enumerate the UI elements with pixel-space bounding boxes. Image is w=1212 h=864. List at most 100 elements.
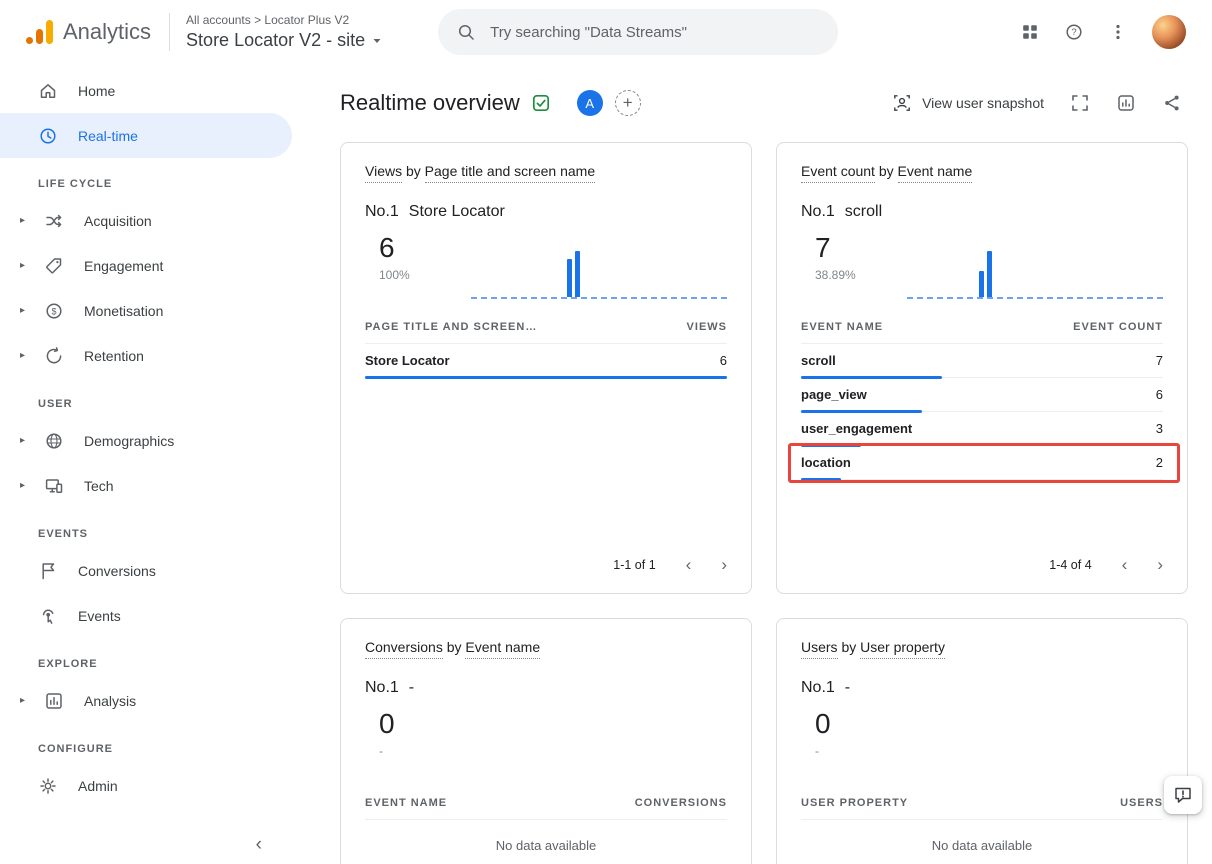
row-value: 2 <box>1156 455 1163 470</box>
card-table: EVENT NAMECONVERSIONS <box>365 791 727 820</box>
metric-block: 0- <box>379 709 431 775</box>
card-title-part[interactable]: Event name <box>465 639 540 659</box>
card-title: Views by Page title and screen name <box>365 163 727 179</box>
engagement-icon <box>44 256 64 276</box>
customize-report-icon[interactable] <box>1116 93 1136 113</box>
analytics-home-link[interactable]: Analytics <box>0 19 151 45</box>
expand-chevron-icon[interactable]: ▸ <box>20 215 34 226</box>
sparkline-bar <box>987 251 992 297</box>
top-item-row: No.1- <box>801 679 1163 697</box>
header-divider <box>169 13 170 51</box>
sidebar-item-label: Home <box>78 83 115 99</box>
metric-column-header: EVENT COUNT <box>1073 321 1163 333</box>
sidebar-item-monetisation[interactable]: ▸$Monetisation <box>0 288 292 333</box>
clock-icon <box>38 126 58 146</box>
no1-value: - <box>409 679 414 697</box>
feedback-button[interactable] <box>1164 776 1202 814</box>
card-table: PAGE TITLE AND SCREEN…VIEWSStore Locator… <box>365 315 727 378</box>
fullscreen-icon[interactable] <box>1070 93 1090 113</box>
expand-chevron-icon[interactable]: ▸ <box>20 695 34 706</box>
comparison-chip[interactable]: A <box>577 90 603 116</box>
card-title-part[interactable]: Conversions <box>365 639 443 659</box>
row-bar <box>801 478 841 481</box>
next-page-icon[interactable]: › <box>1157 555 1163 575</box>
card-title-part: by <box>402 163 425 179</box>
sidebar-item-analysis[interactable]: ▸ Analysis <box>0 678 292 723</box>
prev-page-icon[interactable]: ‹ <box>686 555 692 575</box>
metric-percent: 38.89% <box>815 268 867 282</box>
feedback-bubble-icon <box>1173 785 1193 805</box>
no1-label: No.1 <box>365 679 399 697</box>
pagination-label: 1-4 of 4 <box>1049 558 1091 572</box>
table-row-page-view[interactable]: page_view6 <box>801 378 1163 412</box>
expand-chevron-icon[interactable]: ▸ <box>20 305 34 316</box>
sidebar-item-label: Analysis <box>84 693 136 709</box>
expand-chevron-icon[interactable]: ▸ <box>20 350 34 361</box>
metric-percent: 100% <box>379 268 431 282</box>
sidebar-item-label: Real-time <box>78 128 138 144</box>
main-content: Realtime overview A + View user snapshot… <box>292 64 1212 864</box>
help-icon[interactable]: ? <box>1064 22 1084 42</box>
title-row: Realtime overview A + View user snapshot <box>340 90 1188 116</box>
row-name: location <box>801 455 851 470</box>
prev-page-icon[interactable]: ‹ <box>1122 555 1128 575</box>
property-name: Store Locator V2 - site <box>186 30 365 51</box>
card-users-by-user-property: Users by User propertyNo.1-0-USER PROPER… <box>776 618 1188 864</box>
top-item-row: No.1Store Locator <box>365 203 727 221</box>
no1-value: Store Locator <box>409 203 505 221</box>
metric-row: 6 100% <box>365 233 727 299</box>
page-title: Realtime overview <box>340 90 520 116</box>
breadcrumb: All accounts > Locator Plus V2 <box>186 13 382 27</box>
no-data-text: No data available <box>365 838 727 853</box>
card-title-part[interactable]: Event count <box>801 163 875 183</box>
table-row-store-locator[interactable]: Store Locator6 <box>365 344 727 378</box>
table-row-scroll[interactable]: scroll7 <box>801 344 1163 378</box>
sidebar-item-events[interactable]: Events <box>0 593 292 638</box>
sidebar-item-real-time[interactable]: Real-time <box>0 113 292 158</box>
metric-row: 0- <box>365 709 727 775</box>
logo-bar-mid <box>36 29 43 44</box>
expand-chevron-icon[interactable]: ▸ <box>20 480 34 491</box>
table-row-user-engagement[interactable]: user_engagement3 <box>801 412 1163 446</box>
card-event-count-by-event-name: Event count by Event nameNo.1scroll738.8… <box>776 142 1188 594</box>
sidebar-item-conversions[interactable]: Conversions <box>0 548 292 593</box>
sidebar-item-label: Admin <box>78 778 118 794</box>
more-options-icon[interactable] <box>1108 22 1128 42</box>
sidebar-item-tech[interactable]: ▸Tech <box>0 463 292 508</box>
apps-grid-icon[interactable] <box>1020 22 1040 42</box>
search-bar[interactable] <box>438 9 838 55</box>
sidebar-item-retention[interactable]: ▸Retention <box>0 333 292 378</box>
account-property-switcher[interactable]: All accounts > Locator Plus V2 Store Loc… <box>186 13 382 51</box>
next-page-icon[interactable]: › <box>721 555 727 575</box>
expand-chevron-icon[interactable]: ▸ <box>20 435 34 446</box>
no1-value: scroll <box>845 203 882 221</box>
card-title-part[interactable]: Users <box>801 639 838 659</box>
card-title-part: by <box>443 639 466 655</box>
card-title-part[interactable]: Views <box>365 163 402 183</box>
monetisation-icon: $ <box>44 301 64 321</box>
sidebar-item-acquisition[interactable]: ▸Acquisition <box>0 198 292 243</box>
card-title-part[interactable]: Page title and screen name <box>425 163 595 183</box>
table-row-location[interactable]: location 2 <box>801 446 1163 480</box>
card-conversions-by-event-name: Conversions by Event name No.1- 0- EVENT NA… <box>340 618 752 864</box>
table-header: USER PROPERTYUSERS <box>801 791 1163 820</box>
view-user-snapshot-button[interactable]: View user snapshot <box>892 93 1044 113</box>
search-input[interactable] <box>490 24 820 41</box>
card-title-part[interactable]: Event name <box>898 163 973 183</box>
pagination: 1-1 of 1‹› <box>613 555 727 575</box>
collapse-sidebar-button[interactable]: ‹ <box>256 834 262 856</box>
expand-chevron-icon[interactable]: ▸ <box>20 260 34 271</box>
sidebar-item-label: Demographics <box>84 433 174 449</box>
sidebar-item-home[interactable]: Home <box>0 68 292 113</box>
share-icon[interactable] <box>1162 93 1182 113</box>
avatar[interactable] <box>1152 15 1186 49</box>
add-comparison-button[interactable]: + <box>615 90 641 116</box>
metric-value: 6 <box>379 233 431 263</box>
sidebar-item-admin[interactable]: Admin <box>0 763 292 808</box>
metric-value: 7 <box>815 233 867 263</box>
sidebar-item-engagement[interactable]: ▸Engagement <box>0 243 292 288</box>
sidebar-item-demographics[interactable]: ▸ Demographics <box>0 418 292 463</box>
card-title-part[interactable]: User property <box>860 639 945 659</box>
acquisition-icon <box>44 211 64 231</box>
dimension-column-header: EVENT NAME <box>365 797 447 809</box>
